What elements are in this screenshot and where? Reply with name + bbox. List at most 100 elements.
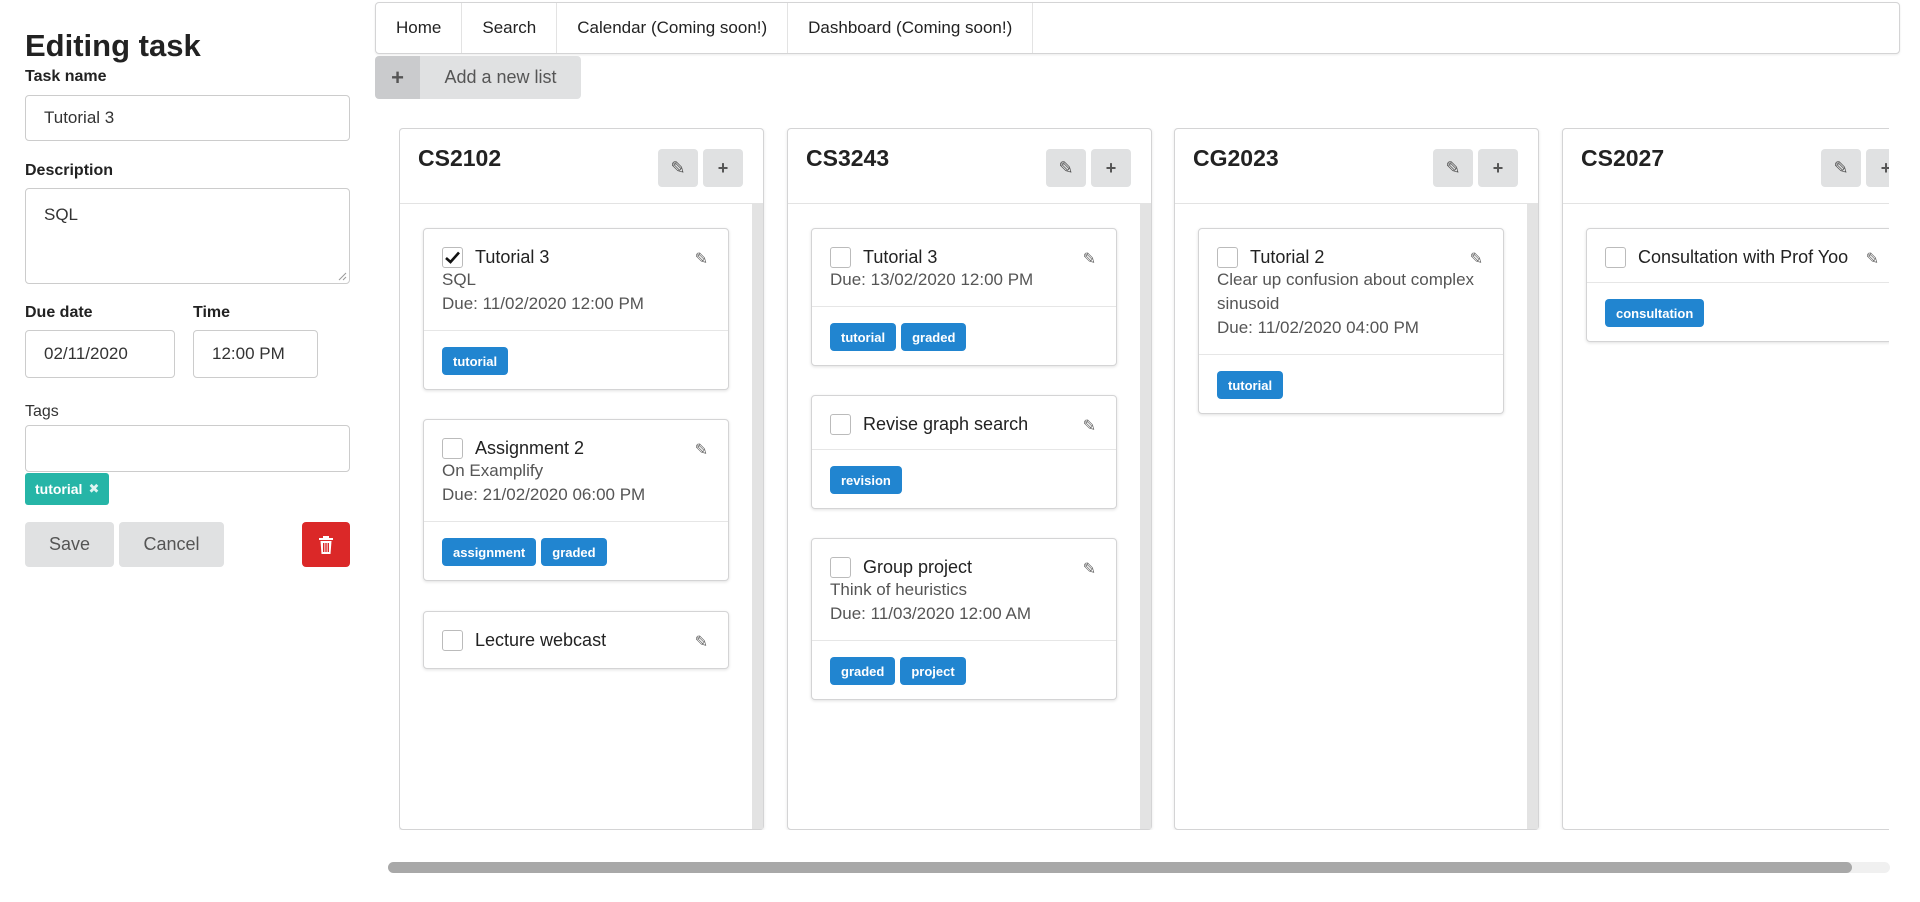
tag-badge: revision	[830, 466, 902, 494]
plus-icon: +	[1105, 157, 1117, 178]
nav-home[interactable]: Home	[376, 3, 463, 53]
pencil-icon[interactable]: ✎	[695, 249, 708, 269]
plus-icon: +	[717, 157, 729, 178]
task-tags: tutorial	[424, 330, 728, 389]
tag-badge: graded	[541, 538, 607, 566]
list-title: CG2023	[1193, 145, 1279, 171]
checkmark-icon	[445, 251, 460, 264]
due-date-input[interactable]: 02/11/2020	[25, 330, 175, 378]
task-title: Consultation with Prof Yoo	[1638, 247, 1849, 267]
edit-list-button[interactable]: ✎	[658, 149, 698, 187]
task-title: Revise graph search	[863, 414, 1029, 434]
task-due: Due: 13/02/2020 12:00 PM	[830, 270, 1034, 289]
task-title: Tutorial 3	[863, 247, 938, 267]
task-title: Tutorial 3	[475, 247, 550, 267]
task-checkbox[interactable]	[442, 247, 463, 268]
task-tags: tutorial	[1199, 354, 1503, 413]
add-task-button[interactable]: +	[703, 149, 743, 187]
task-name-input[interactable]: Tutorial 3	[25, 95, 350, 141]
list-title: CS2027	[1581, 145, 1665, 171]
task-due: Due: 11/02/2020 04:00 PM	[1217, 318, 1419, 337]
tag-badge: graded	[901, 323, 967, 351]
plus-icon: +	[375, 56, 420, 99]
scrollbar[interactable]	[1140, 204, 1151, 829]
list-body: Consultation with Prof Yoo ✎ consultatio…	[1563, 204, 1889, 829]
task-card[interactable]: Tutorial 2 Clear up confusion about comp…	[1198, 228, 1504, 414]
remove-tag-icon[interactable]: ✖	[88, 481, 99, 497]
nav-calendar[interactable]: Calendar (Coming soon!)	[557, 3, 789, 53]
task-checkbox[interactable]	[1605, 247, 1626, 268]
add-task-button[interactable]: +	[1866, 149, 1889, 187]
task-checkbox[interactable]	[442, 630, 463, 651]
task-card[interactable]: Lecture webcast ✎	[423, 611, 729, 669]
add-task-button[interactable]: +	[1091, 149, 1131, 187]
tags-label: Tags	[25, 403, 59, 420]
pencil-icon: ✎	[1058, 157, 1074, 178]
task-checkbox[interactable]	[830, 557, 851, 578]
description-label: Description	[25, 162, 114, 179]
task-due: Due: 11/02/2020 12:00 PM	[442, 294, 644, 313]
scrollbar[interactable]	[752, 204, 763, 829]
tag-badge: assignment	[442, 538, 537, 566]
task-description: Think of heuristics	[830, 580, 967, 599]
horizontal-scrollbar[interactable]	[388, 862, 1890, 873]
edit-list-button[interactable]: ✎	[1821, 149, 1861, 187]
list-header: CS2102 ✎ +	[400, 129, 763, 204]
pencil-icon[interactable]: ✎	[695, 632, 708, 652]
task-checkbox[interactable]	[1217, 247, 1238, 268]
plus-icon: +	[1492, 157, 1504, 178]
task-card[interactable]: Assignment 2 On Examplify Due: 21/02/202…	[423, 419, 729, 581]
pencil-icon[interactable]: ✎	[1470, 249, 1483, 269]
pencil-icon: ✎	[1445, 157, 1461, 178]
list-title: CS3243	[806, 145, 890, 171]
list-header: CG2023 ✎ +	[1175, 129, 1538, 204]
task-card[interactable]: Group project Think of heuristics Due: 1…	[811, 538, 1117, 700]
task-name-label: Task name	[25, 68, 107, 85]
time-input[interactable]: 12:00 PM	[193, 330, 318, 378]
task-checkbox[interactable]	[442, 438, 463, 459]
add-task-button[interactable]: +	[1478, 149, 1518, 187]
selected-tag-label: tutorial	[35, 481, 83, 497]
scrollbar[interactable]	[1527, 204, 1538, 829]
tag-badge: project	[900, 657, 966, 685]
list-body: Tutorial 3 SQL Due: 11/02/2020 12:00 PM …	[400, 204, 763, 829]
board: CS2102 ✎ + Tutorial 3 SQL Due: 11/02/202…	[399, 128, 1889, 830]
task-checkbox[interactable]	[830, 247, 851, 268]
pencil-icon[interactable]: ✎	[1083, 249, 1096, 269]
tags-input[interactable]	[25, 425, 350, 472]
trash-icon	[319, 535, 333, 554]
add-list-button[interactable]: + Add a new list	[375, 56, 581, 99]
selected-tag: tutorial ✖	[25, 473, 110, 505]
edit-list-button[interactable]: ✎	[1046, 149, 1086, 187]
pencil-icon[interactable]: ✎	[695, 440, 708, 460]
tag-badge: consultation	[1605, 299, 1705, 327]
nav-dashboard[interactable]: Dashboard (Coming soon!)	[788, 3, 1034, 53]
delete-button[interactable]	[302, 522, 350, 567]
task-card[interactable]: Revise graph search ✎ revision	[811, 395, 1117, 509]
task-checkbox[interactable]	[830, 414, 851, 435]
resize-handle-icon[interactable]	[337, 271, 347, 281]
task-tags: consultation	[1587, 282, 1889, 341]
save-button[interactable]: Save	[25, 522, 114, 567]
task-card[interactable]: Tutorial 3 Due: 13/02/2020 12:00 PM ✎ tu…	[811, 228, 1117, 366]
tag-badge: graded	[830, 657, 896, 685]
task-card[interactable]: Consultation with Prof Yoo ✎ consultatio…	[1586, 228, 1889, 342]
list-title: CS2102	[418, 145, 502, 171]
pencil-icon[interactable]: ✎	[1083, 559, 1096, 579]
edit-list-button[interactable]: ✎	[1433, 149, 1473, 187]
pencil-icon[interactable]: ✎	[1866, 249, 1879, 269]
list-body: Tutorial 3 Due: 13/02/2020 12:00 PM ✎ tu…	[788, 204, 1151, 829]
due-date-value: 02/11/2020	[44, 344, 128, 363]
description-textarea[interactable]: SQL	[25, 188, 350, 284]
pencil-icon[interactable]: ✎	[1083, 416, 1096, 436]
list-column: CS2102 ✎ + Tutorial 3 SQL Due: 11/02/202…	[399, 128, 764, 830]
nav-search[interactable]: Search	[462, 3, 558, 53]
description-value: SQL	[44, 205, 79, 224]
time-label: Time	[193, 304, 231, 321]
cancel-button[interactable]: Cancel	[119, 522, 224, 567]
scrollbar-thumb[interactable]	[388, 862, 1852, 873]
task-tags: graded project	[812, 640, 1116, 699]
editor-title: Editing task	[25, 28, 201, 63]
task-card[interactable]: Tutorial 3 SQL Due: 11/02/2020 12:00 PM …	[423, 228, 729, 390]
list-header: CS2027 ✎ +	[1563, 129, 1889, 204]
